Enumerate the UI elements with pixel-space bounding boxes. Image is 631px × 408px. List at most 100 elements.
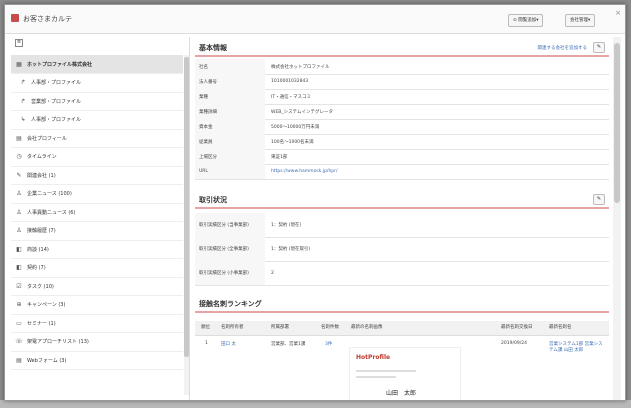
business-card-image[interactable]: HotProfile 山田 太郎 xyxy=(349,347,461,400)
sidebar-item[interactable]: ◧ 商談 (14) xyxy=(11,240,183,259)
basic-info-row: 従業員 100名～1000名未満 xyxy=(195,134,609,150)
sidebar-item[interactable]: ♙ 企業ニュース (100) xyxy=(11,185,183,204)
basic-info-row: 業種 IT・通信・マスコミ xyxy=(195,89,609,105)
edit-pencil-icon[interactable]: ✎ xyxy=(593,194,605,205)
sidebar-item[interactable]: ♙ 接触履歴 (7) xyxy=(11,222,183,241)
customer-chart-modal: お客さまカルテ ⊙ 閲覧追加▾ 会社管理▾ × ≡ ▦ ホットプロファイル株式会社… xyxy=(4,4,626,401)
trade-status-row: 取引実績区分 (小事業部) 2 xyxy=(195,261,609,286)
sidebar-item-label: 架電アプローチリスト (13) xyxy=(27,339,89,345)
trade-status-row: 取引実績区分 (全事業部) 1：契約 (現在取引) xyxy=(195,237,609,262)
sidebar-item-label: 契約 (7) xyxy=(27,265,46,271)
main-scrollbar-thumb[interactable] xyxy=(614,43,620,203)
sidebar-item-label: 商談 (14) xyxy=(27,246,49,253)
field-value: 1：契約 (現在) xyxy=(271,223,302,228)
latest-card-link[interactable]: 営業システム1部 営業システム課 山田 太郎 xyxy=(549,341,607,353)
field-value: 1010001032843 xyxy=(271,79,309,84)
main-content: 基本情報 関連する会社を追加する ✎ 社名 株式会社ホットプロファイル 法人番号 10… xyxy=(193,37,613,400)
field-value: 1：契約 (現在取引) xyxy=(271,247,311,252)
trade-status-header: 取引状況 ✎ xyxy=(195,191,609,209)
field-value: 東証1部 xyxy=(271,154,288,160)
sidebar-item[interactable]: ☑ タスク (10) xyxy=(11,277,183,296)
sidebar-item[interactable]: ◷ タイムライン xyxy=(11,148,183,167)
sidebar-item[interactable]: ♙ 人事異動ニュース (6) xyxy=(11,203,183,222)
main-scrollbar[interactable] xyxy=(613,37,621,400)
date-cell: 2019/09/24 xyxy=(501,341,527,346)
basic-info-row: 資本金 5000～10000万円未満 xyxy=(195,119,609,135)
field-value: 2 xyxy=(271,270,274,276)
timeline-icon: ◷ xyxy=(16,153,22,160)
basic-info-row: 社名 株式会社ホットプロファイル xyxy=(195,59,609,75)
history-icon: ♙ xyxy=(16,227,22,234)
close-icon[interactable]: × xyxy=(615,9,621,17)
sidebar-item[interactable]: ☏ 架電アプローチリスト (13) xyxy=(11,333,183,352)
basic-info-title: 基本情報 xyxy=(199,44,227,52)
sidebar-item-label: キャンペーン (3) xyxy=(27,302,66,308)
sidebar-item-label: タイムライン xyxy=(27,154,57,160)
col-count-header: 名刺件数 xyxy=(321,321,339,336)
sidebar-item[interactable]: ⊕ キャンペーン (3) xyxy=(11,296,183,315)
field-value: 5000～10000万円未満 xyxy=(271,124,320,130)
sidebar-item[interactable]: ▦ ホットプロファイル株式会社 xyxy=(11,55,183,74)
background-page-strip xyxy=(0,400,631,408)
col-owner-header: 名刺所有者 xyxy=(221,321,244,336)
edit-pencil-icon[interactable]: ✎ xyxy=(593,42,605,53)
web-form-icon: ▤ xyxy=(16,356,22,364)
field-value: 株式会社ホットプロファイル xyxy=(271,64,330,70)
field-label: 取引実績区分 (小事業部) xyxy=(195,261,265,285)
sidebar-item[interactable]: ✎ 関連会社 (1) xyxy=(11,166,183,185)
sidebar-item-label: 人事部・プロファイル xyxy=(31,117,82,123)
field-label: 上場区分 xyxy=(195,149,265,164)
basic-info-row: 法人番号 1010001032843 xyxy=(195,74,609,90)
sidebar-item-label: Webフォーム (3) xyxy=(27,357,67,364)
company-profile-icon: ▤ xyxy=(16,134,22,142)
sidebar-item[interactable]: ↱ 営業部・プロファイル xyxy=(11,92,183,111)
sidebar-scrollbar-thumb[interactable] xyxy=(184,57,189,357)
ranking-table-header-bg xyxy=(195,321,609,336)
field-value: WEB_システムインテグレータ xyxy=(271,109,333,115)
seminar-icon: ▭ xyxy=(16,319,22,327)
sidebar-item[interactable]: ▭ セミナー (1) xyxy=(11,314,183,333)
note-icon: ✎ xyxy=(16,171,22,179)
arrow-icon: ↱ xyxy=(20,79,26,86)
field-label: 取引実績区分 (全事業部) xyxy=(195,237,265,261)
sidebar-item-label: 企業ニュース (100) xyxy=(27,191,72,197)
add-related-company-link[interactable]: 関連する会社を追加する xyxy=(538,45,588,51)
sidebar-item[interactable]: ▤ Webフォーム (3) xyxy=(11,351,183,370)
basic-info-header: 基本情報 関連する会社を追加する ✎ xyxy=(195,39,609,57)
dept-cell: 営業部、営業1課 xyxy=(271,342,306,347)
modal-header: お客さまカルテ ⊙ 閲覧追加▾ 会社管理▾ × xyxy=(5,5,625,34)
col-rank-header: 順位 xyxy=(201,321,210,336)
sidebar-item[interactable]: ↱ 人事部・プロファイル xyxy=(11,74,183,93)
url-link[interactable]: https://www.hammock.jp/hpr/ xyxy=(265,164,338,179)
col-dept-header: 所属部署 xyxy=(271,321,289,336)
field-label: 取引実績区分 (当事業部) xyxy=(195,213,265,237)
card-line xyxy=(356,376,396,378)
col-latest-header: 最新名刺名 xyxy=(549,321,572,336)
sidebar-item[interactable]: ▤ 会社プロフィール xyxy=(11,129,183,148)
sidebar: ≡ ▦ ホットプロファイル株式会社 ↱ 人事部・プロファイル ↱ 営業部・プロファイル ↳ 人… xyxy=(9,37,190,400)
add-view-button[interactable]: ⊙ 閲覧追加▾ xyxy=(508,14,544,27)
sidebar-item-label: セミナー (1) xyxy=(27,320,56,327)
field-label: 法人番号 xyxy=(195,74,265,89)
count-link[interactable]: 3件 xyxy=(325,341,332,347)
card-name: 山田 太郎 xyxy=(386,390,417,397)
sidebar-item-label: 営業部・プロファイル xyxy=(31,98,82,105)
campaign-icon: ⊕ xyxy=(16,301,22,308)
sidebar-item-label: 人事部・プロファイル xyxy=(31,80,82,86)
basic-info-row: 上場区分 東証1部 xyxy=(195,149,609,165)
building-icon: ▦ xyxy=(16,60,22,68)
hr-news-icon: ♙ xyxy=(16,208,22,216)
sidebar-item[interactable]: ◧ 契約 (7) xyxy=(11,259,183,278)
owner-link[interactable]: 田口 太 xyxy=(221,341,236,347)
field-value: 100名～1000名未満 xyxy=(271,139,314,145)
collapse-sidebar-button[interactable]: ≡ xyxy=(15,39,23,47)
rank-cell: 1 xyxy=(205,341,208,346)
company-manage-button[interactable]: 会社管理▾ xyxy=(565,14,596,27)
card-brand: HotProfile xyxy=(356,354,391,361)
field-label: 資本金 xyxy=(195,119,265,134)
sidebar-item[interactable]: ↳ 人事部・プロファイル xyxy=(11,111,183,130)
task-icon: ☑ xyxy=(16,282,22,290)
sidebar-item-label: ホットプロファイル株式会社 xyxy=(27,61,93,68)
col-card-image-header: 最新の名刺画像 xyxy=(351,321,383,336)
field-label: URL xyxy=(195,164,265,179)
